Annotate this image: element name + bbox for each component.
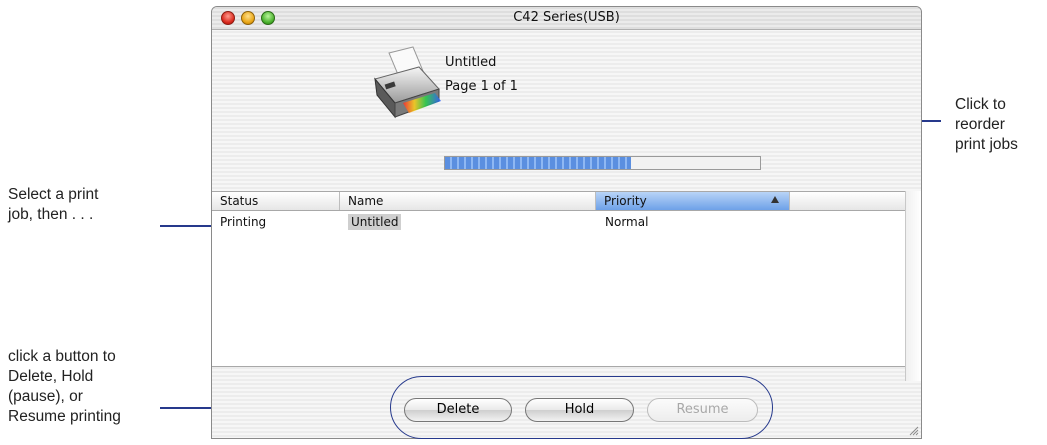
callout-connector-select — [160, 225, 215, 227]
progress-bar — [444, 156, 761, 170]
progress-fill — [445, 157, 631, 169]
column-header-priority[interactable]: Priority — [596, 192, 790, 210]
table-header: Status Name Priority — [212, 192, 905, 211]
vertical-scrollbar[interactable] — [905, 191, 921, 381]
table-row[interactable]: Printing Untitled Normal — [212, 212, 905, 232]
title-bar[interactable]: C42 Series(USB) — [212, 7, 921, 30]
callout-line-3: (pause), or — [8, 388, 83, 405]
priority-header-label: Priority — [604, 194, 647, 208]
column-header-status[interactable]: Status — [212, 192, 340, 210]
row-name: Untitled — [348, 214, 402, 230]
printer-queue-window: C42 Series(USB) Untitled Page 1 of 1 Sta… — [211, 6, 922, 439]
printer-icon — [374, 46, 441, 119]
buttons-highlight-ellipse — [390, 376, 773, 439]
document-name: Untitled — [445, 55, 497, 70]
callout-line-2: Delete, Hold — [8, 368, 94, 385]
callout-line-1: click a button to — [8, 348, 116, 365]
resize-grip-icon[interactable] — [907, 424, 919, 436]
callout-click-button: click a button to Delete, Hold (pause), … — [8, 347, 121, 427]
callout-reorder: Click to reorder print jobs — [955, 95, 1018, 155]
callout-line-3: print jobs — [955, 136, 1018, 153]
column-header-name[interactable]: Name — [340, 192, 596, 210]
callout-line-1: Select a print — [8, 186, 99, 203]
sort-ascending-icon[interactable] — [771, 196, 779, 203]
callout-line-1: Click to — [955, 96, 1006, 113]
job-table: Status Name Priority Printing Untitled N… — [212, 191, 905, 367]
row-priority: Normal — [605, 215, 649, 229]
window-title: C42 Series(USB) — [513, 10, 620, 25]
row-status: Printing — [220, 215, 267, 229]
callout-line-4: Resume printing — [8, 408, 121, 425]
callout-line-2: job, then . . . — [8, 206, 94, 223]
callout-line-2: reorder — [955, 116, 1005, 133]
page-info: Page 1 of 1 — [445, 79, 518, 94]
callout-select-job: Select a print job, then . . . — [8, 185, 98, 225]
